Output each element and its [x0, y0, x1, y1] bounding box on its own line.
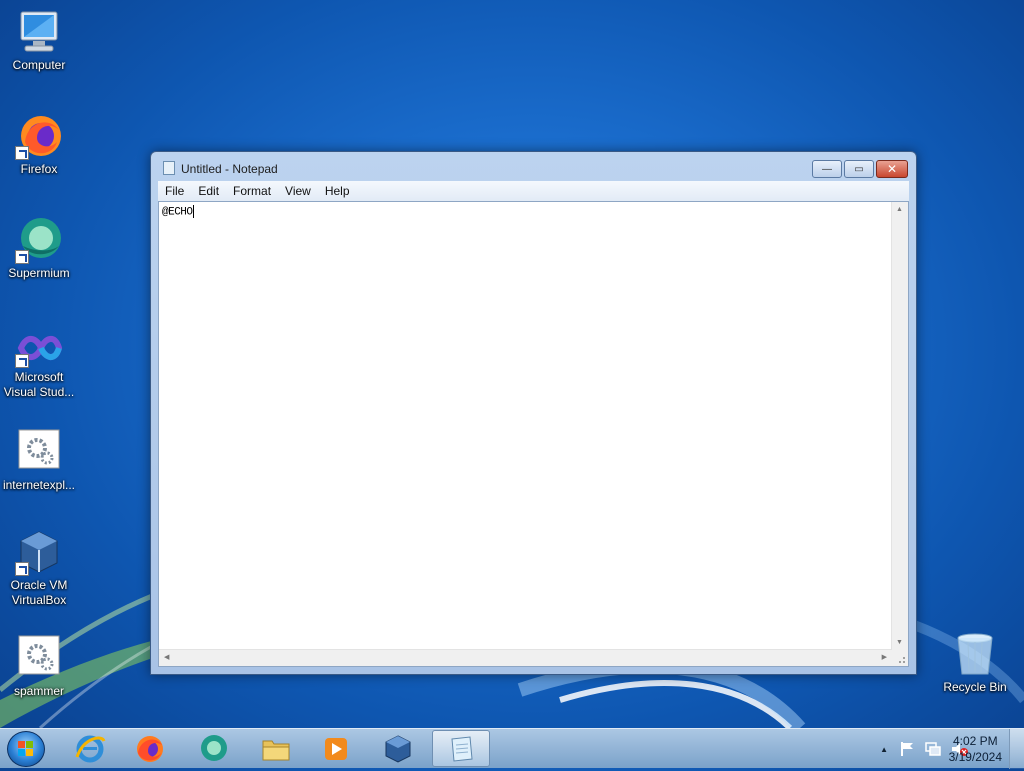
supermium-icon: [200, 734, 227, 761]
resize-grip-icon[interactable]: [892, 650, 908, 666]
firefox-icon: [15, 112, 63, 160]
shortcut-arrow-icon: [15, 146, 29, 160]
start-button[interactable]: [7, 731, 45, 767]
minimize-button[interactable]: —: [812, 160, 842, 178]
scroll-left-arrow-icon[interactable]: ◀: [164, 653, 169, 661]
notepad-window[interactable]: Untitled - Notepad — ▭ ✕ File Edit Forma…: [150, 151, 917, 675]
desktop-icon-label: Supermium: [8, 266, 70, 280]
scroll-up-arrow-icon[interactable]: ▲: [896, 206, 903, 213]
menu-file[interactable]: File: [158, 184, 191, 198]
title-bar[interactable]: Untitled - Notepad — ▭ ✕: [151, 152, 916, 182]
text-caret: [192, 205, 194, 218]
taskbar-file-explorer[interactable]: [248, 730, 303, 767]
taskbar-media-player[interactable]: [308, 730, 363, 767]
virtualbox-icon: [385, 734, 410, 763]
taskbar-supermium[interactable]: [186, 730, 241, 767]
settings-file-icon: [15, 634, 63, 682]
window-title: Untitled - Notepad: [181, 162, 278, 176]
desktop-icon-internetexpl[interactable]: internetexpl...: [0, 428, 78, 493]
close-button[interactable]: ✕: [876, 160, 908, 178]
media-player-icon: [324, 737, 347, 760]
computer-icon: [15, 8, 63, 56]
supermium-icon: [15, 216, 63, 264]
menu-format[interactable]: Format: [226, 184, 278, 198]
menu-bar: File Edit Format View Help: [158, 181, 909, 201]
desktop-icon-computer[interactable]: Computer: [0, 8, 78, 73]
desktop-icon-virtualbox[interactable]: Oracle VM VirtualBox: [0, 528, 78, 608]
window-controls: — ▭ ✕: [810, 160, 908, 178]
show-desktop-button[interactable]: [1009, 729, 1024, 769]
text-editor[interactable]: @ECHO ▲ ▼ ◀ ▶: [158, 201, 909, 667]
clock-time: 4:02 PM: [952, 734, 998, 748]
shortcut-arrow-icon: [15, 250, 29, 264]
desktop-icon-label: Recycle Bin: [943, 680, 1007, 694]
taskbar-firefox[interactable]: [122, 730, 177, 767]
desktop-icon-supermium[interactable]: Supermium: [0, 216, 78, 281]
desktop-icon-visual-studio[interactable]: Microsoft Visual Stud...: [0, 328, 78, 400]
visual-studio-icon: [15, 328, 63, 368]
folder-icon: [262, 740, 289, 760]
notepad-icon: [451, 735, 473, 762]
editor-content: @ECHO: [162, 206, 193, 219]
menu-view[interactable]: View: [278, 184, 318, 198]
notepad-icon: [163, 161, 175, 175]
desktop-icon-label: Oracle VM VirtualBox: [10, 578, 68, 607]
desktop-icon-label: Microsoft Visual Stud...: [3, 370, 75, 399]
menu-help[interactable]: Help: [318, 184, 357, 198]
clock-date: 3/19/2024: [948, 750, 1002, 764]
desktop: Computer Firefox Supermium Microsoft Vis…: [0, 0, 1024, 728]
desktop-icon-recycle-bin[interactable]: Recycle Bin: [936, 630, 1014, 695]
desktop-icon-label: internetexpl...: [2, 478, 76, 492]
editor-text[interactable]: @ECHO: [162, 205, 194, 218]
clock[interactable]: 4:02 PM 3/19/2024: [949, 733, 1002, 765]
firefox-icon: [136, 735, 163, 762]
windows-logo-icon: [18, 741, 33, 756]
internet-explorer-icon: [75, 735, 105, 762]
desktop-icon-label: Firefox: [20, 162, 58, 176]
taskbar-virtualbox[interactable]: [370, 730, 425, 767]
taskbar-internet-explorer[interactable]: [62, 730, 117, 767]
taskbar: ▲ 4:02 PM 3/19/2024: [0, 728, 1024, 769]
virtualbox-icon: [15, 528, 63, 576]
menu-edit[interactable]: Edit: [191, 184, 226, 198]
horizontal-scrollbar[interactable]: ◀ ▶: [159, 649, 892, 666]
scroll-down-arrow-icon[interactable]: ▼: [896, 639, 903, 646]
show-hidden-icons-button[interactable]: ▲: [880, 745, 888, 754]
recycle-bin-icon: [951, 630, 999, 678]
shortcut-arrow-icon: [15, 562, 29, 576]
desktop-icon-firefox[interactable]: Firefox: [0, 112, 78, 177]
scroll-right-arrow-icon[interactable]: ▶: [882, 653, 887, 661]
desktop-icon-label: spammer: [13, 684, 64, 698]
vertical-scrollbar[interactable]: ▲ ▼: [891, 202, 908, 650]
desktop-icon-label: Computer: [12, 58, 66, 72]
taskbar-notepad[interactable]: [432, 730, 490, 767]
desktop-icon-spammer[interactable]: spammer: [0, 634, 78, 699]
maximize-button[interactable]: ▭: [844, 160, 874, 178]
network-icon[interactable]: [924, 740, 942, 758]
shortcut-arrow-icon: [15, 354, 29, 368]
action-center-flag-icon[interactable]: [898, 740, 916, 758]
settings-file-icon: [15, 428, 63, 476]
